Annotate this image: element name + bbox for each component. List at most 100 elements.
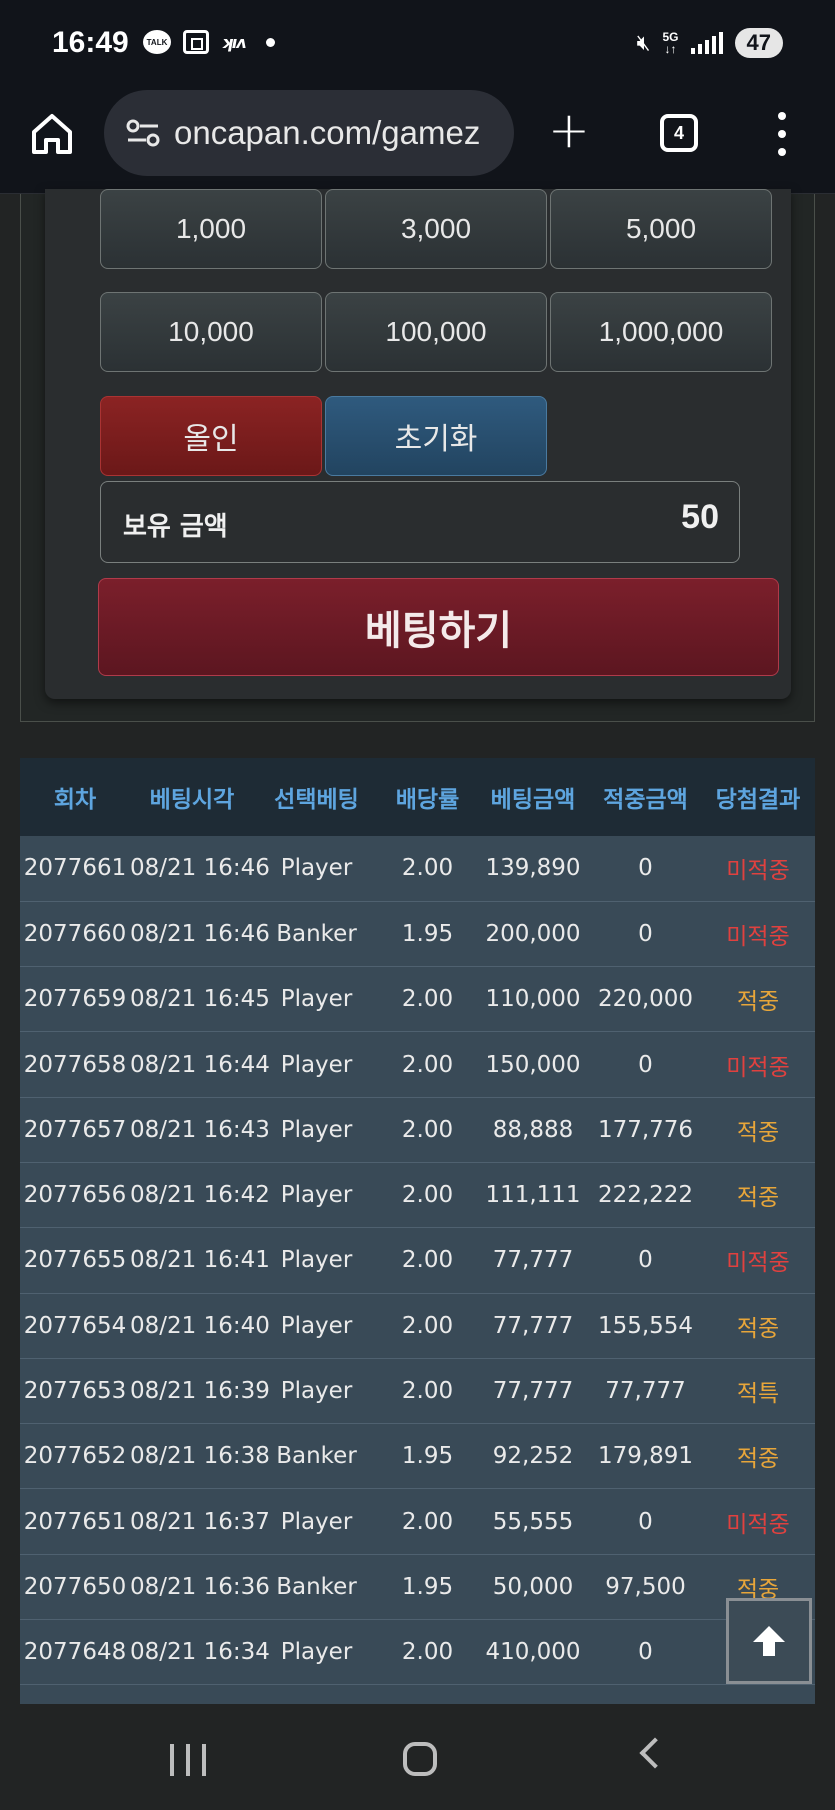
table-row: 2077658 08/21 16:44 Player 2.00 150,000 0 미적중 [20, 1032, 815, 1098]
cell-round: 2077659 [23, 986, 127, 1013]
table-header-row: 회차 베팅시각 선택베팅 배당률 베팅금액 적중금액 당첨결과 [20, 758, 815, 836]
cell-bet-time: 08/21 16:46 [130, 920, 270, 947]
cell-result: 미적중 [726, 1511, 790, 1538]
cell-win-amount: 97,500 [605, 1573, 686, 1600]
cell-odds: 2.00 [401, 1639, 454, 1666]
cell-selection: Player [280, 855, 353, 882]
kia-icon: ʞıʌ [221, 32, 247, 52]
cell-bet-time: 08/21 16:39 [130, 1378, 270, 1405]
table-row: 2077659 08/21 16:45 Player 2.00 110,000 220,0… [20, 967, 815, 1032]
address-bar[interactable]: oncapan.com/gamez [104, 90, 514, 176]
cell-round: 2077657 [23, 1116, 127, 1143]
cell-bet-time: 08/21 16:42 [130, 1182, 270, 1209]
table-row: 2077652 08/21 16:38 Banker 1.95 92,252 179,89… [20, 1424, 815, 1489]
arrow-up-icon [753, 1626, 785, 1656]
plus-icon[interactable]: + [548, 105, 590, 155]
cell-bet-amount: 50,000 [492, 1573, 574, 1600]
cell-round: 2077661 [23, 855, 127, 882]
reset-button[interactable]: 초기화 [325, 396, 547, 476]
chip-button-1000[interactable]: 1,000 [100, 189, 322, 269]
cell-round: 2077653 [23, 1378, 127, 1405]
cell-bet-amount: 77,777 [492, 1312, 574, 1339]
cell-bet-amount: 88,888 [492, 1116, 574, 1143]
chip-button-100000[interactable]: 100,000 [325, 292, 547, 372]
chip-button-5000[interactable]: 5,000 [550, 189, 772, 269]
header-round: 회차 [53, 787, 97, 813]
tune-icon[interactable] [126, 118, 160, 148]
cell-round: 2077658 [23, 1051, 127, 1078]
table-row: 2077656 08/21 16:42 Player 2.00 111,111 222,2… [20, 1162, 815, 1228]
home-nav-icon[interactable] [403, 1742, 437, 1776]
network-icon: 5G ↓↑ [662, 30, 679, 56]
signal-icon [690, 32, 723, 54]
header-win-amount: 적중금액 [603, 787, 688, 813]
battery-indicator: 47 [734, 28, 783, 58]
cell-odds: 2.00 [401, 1182, 454, 1209]
chip-button-3000[interactable]: 3,000 [325, 189, 547, 269]
place-bet-button[interactable]: 베팅하기 [98, 578, 779, 676]
cell-bet-amount: 77,777 [492, 1247, 574, 1274]
cell-round: 2077648 [23, 1639, 127, 1666]
table-row: 2077655 08/21 16:41 Player 2.00 77,777 0 미적중 [20, 1228, 815, 1294]
table-row: 2077651 08/21 16:37 Player 2.00 55,555 0 미적중 [20, 1489, 815, 1555]
scan-icon [183, 30, 209, 54]
cell-round: 2077652 [23, 1443, 127, 1470]
cell-result: 적중 [736, 1315, 780, 1342]
table-row: 2077650 08/21 16:36 Banker 1.95 50,000 97,500… [20, 1554, 815, 1620]
cell-bet-amount: 92,252 [492, 1443, 574, 1470]
table-row: 2077661 08/21 16:46 Player 2.00 139,890 0 미적중 [20, 836, 815, 902]
tab-switcher-button[interactable]: 4 [660, 114, 698, 152]
header-odds: 배당률 [395, 787, 460, 813]
cell-win-amount: 0 [638, 1639, 653, 1666]
cell-result: 적중 [736, 989, 780, 1016]
cell-odds: 2.00 [401, 1116, 454, 1143]
clock: 16:49 [52, 26, 129, 59]
header-bet-amount: 베팅금액 [490, 787, 576, 813]
cell-bet-amount: 55,555 [492, 1508, 574, 1535]
recent-apps-icon[interactable] [170, 1744, 206, 1776]
cell-win-amount: 179,891 [597, 1443, 694, 1470]
cell-selection: Player [280, 1247, 353, 1274]
cell-odds: 2.00 [401, 1312, 454, 1339]
cell-win-amount: 0 [638, 855, 653, 882]
cell-bet-time: 08/21 16:36 [130, 1573, 270, 1600]
back-icon[interactable] [639, 1737, 671, 1769]
allin-button[interactable]: 올인 [100, 396, 322, 476]
chip-button-1000000[interactable]: 1,000,000 [550, 292, 772, 372]
cell-bet-time: 08/21 16:45 [130, 986, 270, 1013]
cell-selection: Player [280, 1182, 353, 1209]
cell-odds: 2.00 [401, 1508, 454, 1535]
cell-bet-amount: 77,777 [492, 1378, 574, 1405]
cell-bet-time: 08/21 16:43 [130, 1116, 270, 1143]
scroll-top-button[interactable] [726, 1598, 812, 1684]
url-text[interactable]: oncapan.com/gamez [174, 114, 504, 152]
home-icon[interactable] [30, 112, 74, 156]
cell-odds: 2.00 [401, 1051, 454, 1078]
cell-bet-amount: 410,000 [485, 1639, 581, 1666]
cell-win-amount: 222,222 [597, 1182, 694, 1209]
system-icons: 🔇︎ 5G ↓↑ 47 [637, 28, 783, 58]
betting-panel: 1,000 3,000 5,000 10,000 100,000 1,000,0… [45, 189, 791, 699]
cell-odds: 1.95 [401, 1443, 454, 1470]
cell-round: 2077656 [23, 1182, 127, 1209]
cell-bet-amount: 200,000 [485, 920, 581, 947]
cell-result: 미적중 [726, 923, 790, 950]
cell-selection: Player [280, 1116, 353, 1143]
cell-bet-amount: 110,000 [485, 986, 581, 1013]
cell-selection: Banker [276, 920, 357, 947]
cell-selection: Player [280, 1508, 353, 1535]
betting-panel-container: 1,000 3,000 5,000 10,000 100,000 1,000,0… [20, 189, 815, 722]
cell-bet-time: 08/21 16:38 [130, 1443, 270, 1470]
cell-result: 적중 [736, 1446, 780, 1473]
cell-win-amount: 0 [638, 1247, 653, 1274]
cell-win-amount: 177,776 [597, 1116, 694, 1143]
cell-bet-time: 08/21 16:44 [130, 1051, 270, 1078]
chip-button-10000[interactable]: 10,000 [100, 292, 322, 372]
cell-odds: 2.00 [401, 855, 454, 882]
cell-selection: Banker [276, 1443, 357, 1470]
mute-icon: 🔇︎ [636, 30, 651, 56]
table-row: 207764808/21 16:34Player2.00410,0000미적중 [20, 1620, 815, 1685]
cell-odds: 1.95 [401, 1573, 454, 1600]
cell-selection: Player [280, 986, 353, 1013]
more-vert-icon[interactable] [774, 112, 790, 156]
